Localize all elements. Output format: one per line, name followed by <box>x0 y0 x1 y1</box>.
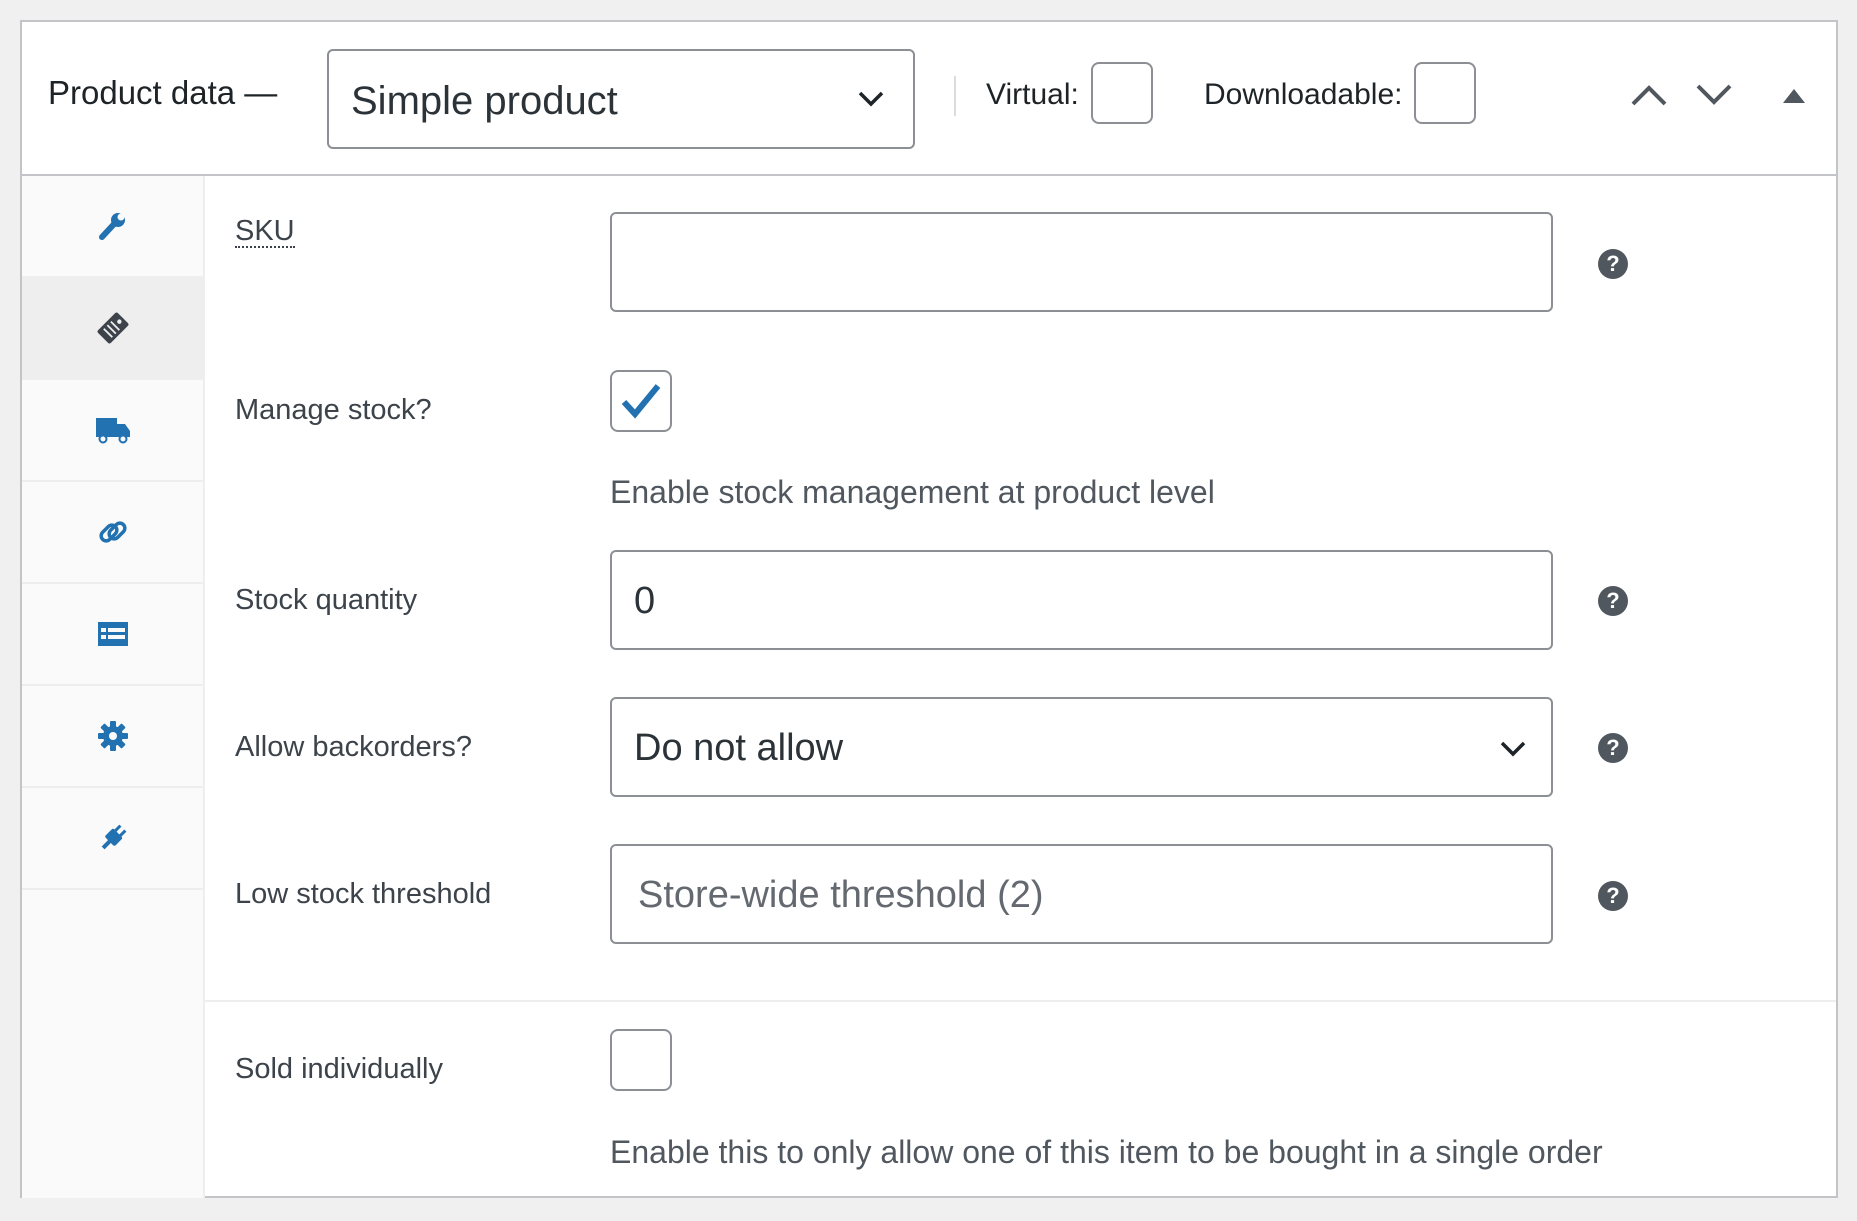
tab-advanced[interactable] <box>22 686 203 788</box>
backorders-select[interactable]: Do not allow <box>610 697 1553 797</box>
low-stock-placeholder: Store-wide threshold (2) <box>638 874 1044 916</box>
tab-attributes[interactable] <box>22 584 203 686</box>
tab-general[interactable] <box>22 176 203 278</box>
manage-stock-checkbox[interactable] <box>610 370 672 432</box>
product-type-select[interactable]: Simple product <box>327 49 915 149</box>
backorders-label: Allow backorders? <box>235 731 472 763</box>
backorders-value: Do not allow <box>634 727 844 769</box>
stock-quantity-value: 0 <box>634 580 656 622</box>
move-down-icon[interactable] <box>1695 82 1733 113</box>
virtual-label: Virtual: <box>986 78 1079 111</box>
plug-icon <box>97 822 129 854</box>
tab-inventory[interactable] <box>22 278 203 380</box>
low-stock-help-icon[interactable]: ? <box>1598 881 1628 911</box>
tag-icon <box>95 310 131 346</box>
gear-icon <box>97 720 129 752</box>
header-separator <box>954 76 956 116</box>
stock-quantity-label: Stock quantity <box>235 584 418 616</box>
truck-icon <box>94 414 132 446</box>
tab-get-more-options[interactable] <box>22 788 203 890</box>
link-icon <box>96 515 130 549</box>
sku-label: SKU <box>235 215 295 248</box>
chevron-down-icon <box>857 87 885 109</box>
sku-input[interactable] <box>610 212 1553 312</box>
stock-quantity-help-icon[interactable]: ? <box>1598 586 1628 616</box>
checkmark-icon <box>618 378 664 429</box>
tab-linked-products[interactable] <box>22 482 203 584</box>
list-icon <box>97 620 129 648</box>
sold-individually-label: Sold individually <box>235 1053 443 1085</box>
move-up-icon[interactable] <box>1630 82 1668 113</box>
stock-quantity-input[interactable]: 0 <box>610 550 1553 650</box>
sold-individually-checkbox[interactable] <box>610 1029 672 1091</box>
manage-stock-description: Enable stock management at product level <box>610 474 1215 510</box>
sku-help-icon[interactable]: ? <box>1598 249 1628 279</box>
chevron-down-icon <box>1499 737 1527 759</box>
product-data-tabs <box>22 176 205 1198</box>
panel-header: Product data — Simple product Virtual: D… <box>22 22 1836 176</box>
virtual-checkbox[interactable] <box>1091 62 1153 124</box>
panel-title: Product data — <box>48 74 278 111</box>
low-stock-input[interactable]: Store-wide threshold (2) <box>610 844 1553 944</box>
sold-individually-description: Enable this to only allow one of this it… <box>610 1134 1603 1170</box>
downloadable-label: Downloadable: <box>1204 78 1403 111</box>
section-divider <box>205 1000 1836 1002</box>
tab-shipping[interactable] <box>22 380 203 482</box>
inventory-panel: SKU ? Manage stock? Enable stock managem… <box>205 176 1836 1196</box>
manage-stock-label: Manage stock? <box>235 394 432 426</box>
collapse-toggle-icon[interactable] <box>1782 88 1806 109</box>
downloadable-checkbox[interactable] <box>1414 62 1476 124</box>
product-type-value: Simple product <box>351 79 618 123</box>
backorders-help-icon[interactable]: ? <box>1598 733 1628 763</box>
low-stock-label: Low stock threshold <box>235 878 492 910</box>
wrench-icon <box>97 210 129 242</box>
product-data-panel: Product data — Simple product Virtual: D… <box>20 20 1838 1198</box>
